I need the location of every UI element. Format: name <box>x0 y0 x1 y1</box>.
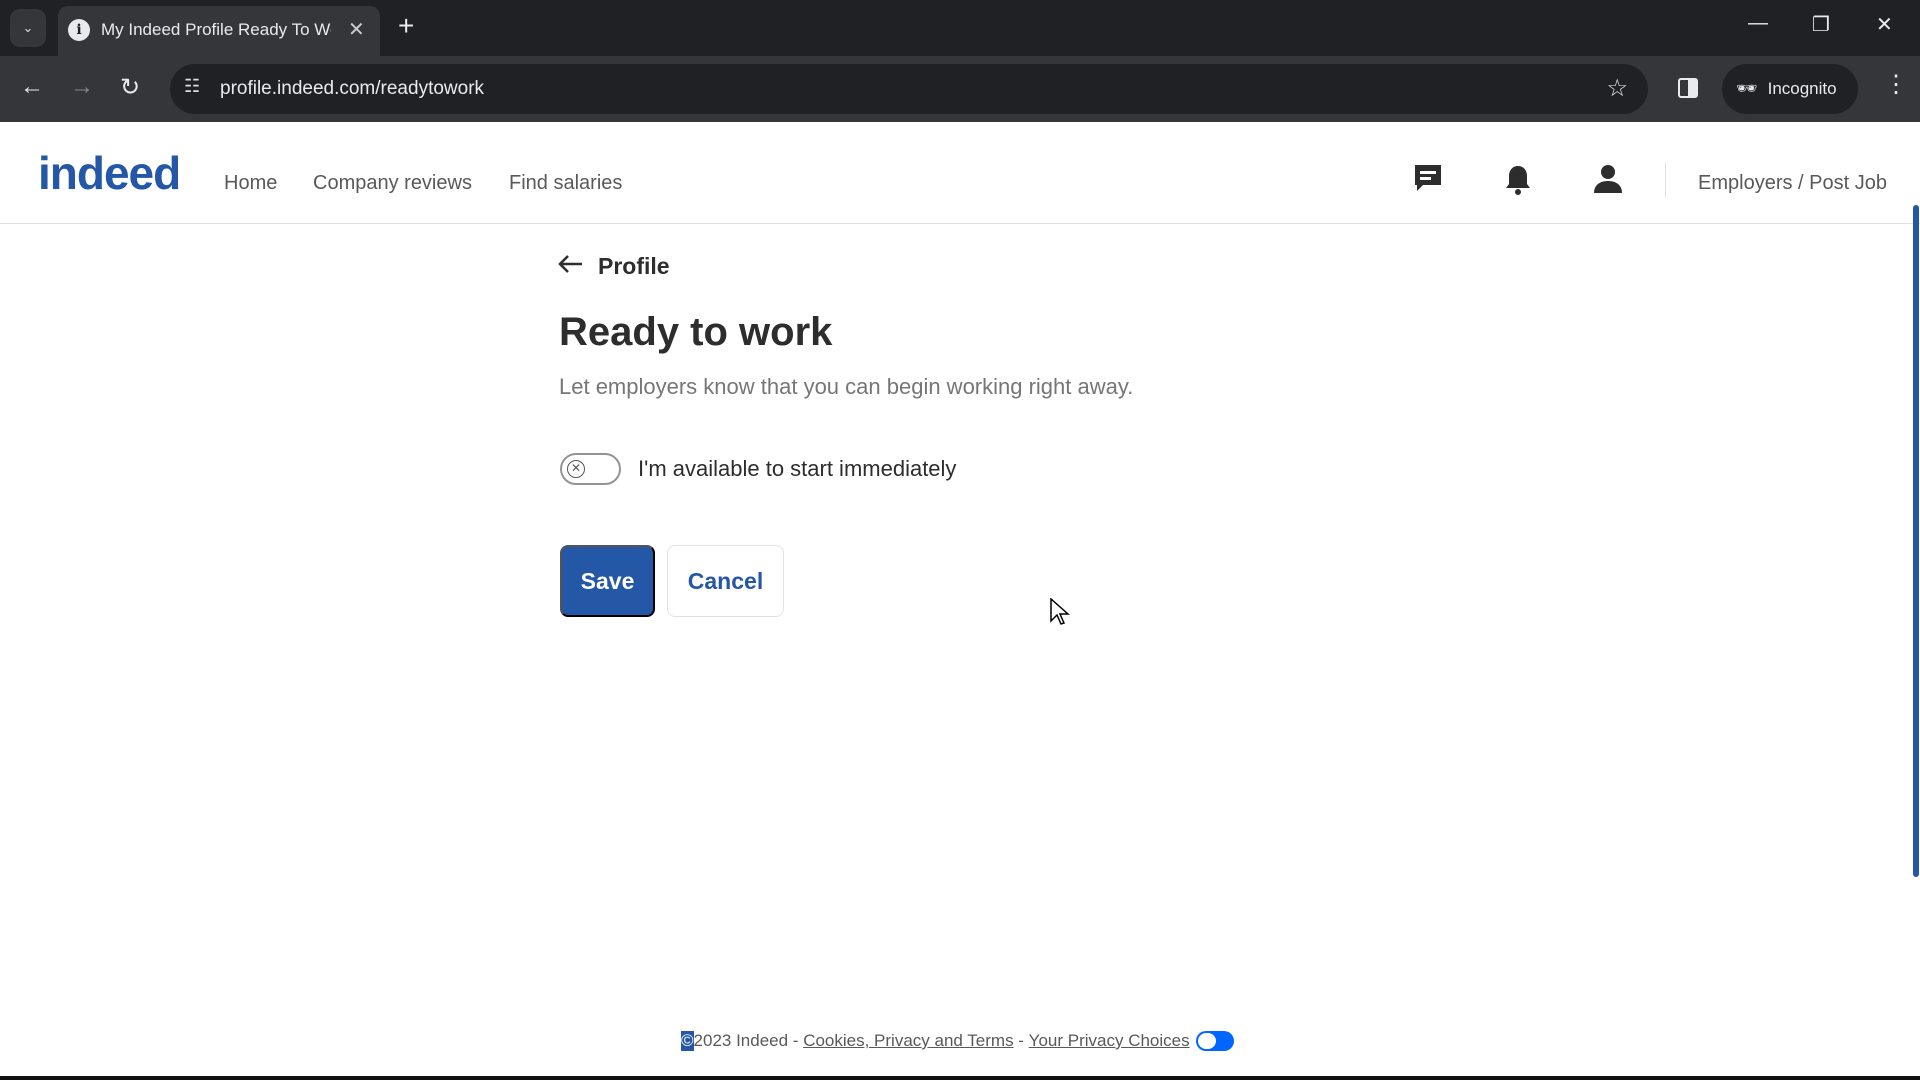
employers-post-job-link[interactable]: Employers / Post Job <box>1698 172 1887 195</box>
arrow-left-icon <box>558 253 584 280</box>
browser-tab[interactable]: i My Indeed Profile Ready To Wo ✕ <box>58 6 380 56</box>
url-text[interactable]: profile.indeed.com/readytowork <box>220 78 484 100</box>
site-header: indeed Home Company reviews Find salarie… <box>0 122 1920 224</box>
incognito-label: Incognito <box>1767 79 1837 98</box>
availability-toggle[interactable]: ✕ <box>560 453 621 485</box>
copyright-symbol: © <box>681 1031 694 1051</box>
nav-company-reviews[interactable]: Company reviews <box>313 172 472 195</box>
forward-icon[interactable]: → <box>70 73 94 101</box>
site-settings-icon[interactable]: ☷ <box>184 76 200 97</box>
side-panel-icon[interactable] <box>1678 78 1698 98</box>
availability-toggle-label[interactable]: I'm available to start immediately <box>638 456 956 482</box>
incognito-indicator[interactable]: 🕶 Incognito <box>1722 64 1858 114</box>
nav-find-salaries[interactable]: Find salaries <box>509 172 622 195</box>
account-icon[interactable] <box>1593 164 1623 199</box>
page-subtitle: Let employers know that you can begin wo… <box>559 374 1134 399</box>
close-tab-icon[interactable]: ✕ <box>348 17 365 42</box>
toggle-off-x-icon: ✕ <box>567 460 585 478</box>
page-title: Ready to work <box>559 310 833 354</box>
reload-icon[interactable]: ↻ <box>120 73 140 102</box>
restore-button[interactable]: ❐ <box>1812 12 1830 37</box>
bottom-edge <box>0 1076 1920 1080</box>
bookmark-star-icon[interactable]: ☆ <box>1606 74 1628 103</box>
cancel-button[interactable]: Cancel <box>667 545 784 617</box>
privacy-choices-icon[interactable] <box>1195 1031 1234 1051</box>
cookies-privacy-terms-link[interactable]: Cookies, Privacy and Terms <box>803 1031 1013 1051</box>
info-icon: i <box>68 19 90 41</box>
privacy-choices-link[interactable]: Your Privacy Choices <box>1029 1031 1190 1051</box>
notifications-bell-icon[interactable] <box>1504 164 1532 201</box>
tab-search-button[interactable]: ⌄ <box>10 9 46 47</box>
address-bar[interactable]: ☷ profile.indeed.com/readytowork ☆ <box>170 64 1648 114</box>
back-icon[interactable]: ← <box>20 73 44 101</box>
close-window-button[interactable]: ✕ <box>1876 12 1893 37</box>
page-scrollbar[interactable] <box>1913 205 1919 877</box>
minimize-button[interactable]: — <box>1748 12 1768 35</box>
back-to-profile-link[interactable]: Profile <box>558 253 670 280</box>
indeed-logo[interactable]: indeed <box>38 146 181 200</box>
footer-separator: - <box>1013 1031 1029 1050</box>
save-button[interactable]: Save <box>560 545 655 617</box>
copyright-text: 2023 Indeed - <box>693 1031 804 1050</box>
header-divider <box>1665 162 1666 198</box>
back-label: Profile <box>598 253 670 279</box>
incognito-icon: 🕶 <box>1736 79 1758 98</box>
nav-home[interactable]: Home <box>224 172 277 195</box>
footer: © 2023 Indeed - Cookies, Privacy and Ter… <box>681 1031 1234 1051</box>
tab-title: My Indeed Profile Ready To Wo <box>101 20 331 39</box>
new-tab-button[interactable]: + <box>398 10 414 42</box>
browser-toolbar: ← → ↻ ☷ profile.indeed.com/readytowork ☆… <box>0 56 1920 122</box>
messages-icon[interactable] <box>1414 164 1442 199</box>
menu-icon[interactable]: ⋮ <box>1884 70 1908 99</box>
mouse-cursor-icon <box>1050 597 1070 631</box>
browser-tab-bar: ⌄ i My Indeed Profile Ready To Wo ✕ + — … <box>0 0 1920 56</box>
